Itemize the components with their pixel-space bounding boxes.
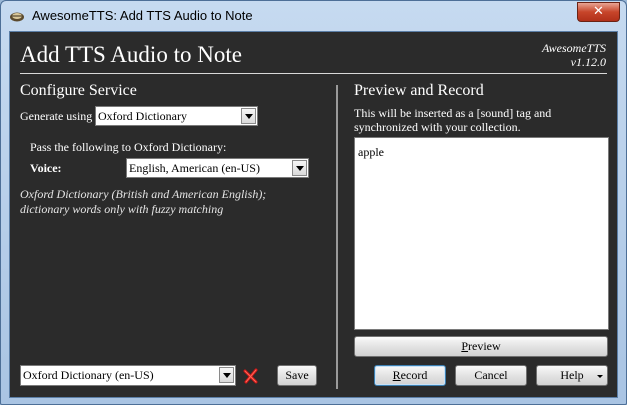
preview-description: This will be inserted as a [sound] tag a… — [354, 106, 552, 134]
header-divider — [20, 73, 607, 74]
preview-record-heading: Preview and Record — [354, 82, 484, 99]
dialog-body: Add TTS Audio to Note AwesomeTTS v1.12.0… — [9, 31, 618, 398]
preview-text-input[interactable]: apple — [354, 137, 609, 330]
record-button[interactable]: Record — [374, 365, 446, 386]
column-divider — [336, 85, 338, 389]
service-select[interactable]: Oxford Dictionary — [95, 106, 258, 126]
preset-select-value: Oxford Dictionary (en-US) — [23, 368, 154, 382]
configure-service-heading: Configure Service — [20, 82, 137, 99]
record-button-mnemonic: R — [392, 368, 401, 382]
version-number: v1.12.0 — [570, 55, 606, 69]
voice-select-value: English, American (en-US) — [129, 161, 260, 175]
chevron-down-icon[interactable] — [219, 367, 234, 383]
brand-name: AwesomeTTS — [541, 41, 606, 55]
preview-text-value: apple — [358, 145, 384, 159]
chevron-down-icon[interactable] — [292, 160, 307, 176]
preset-select[interactable]: Oxford Dictionary (en-US) — [20, 365, 236, 386]
close-icon: ✕ — [593, 4, 604, 19]
cancel-button[interactable]: Cancel — [455, 365, 527, 386]
window-close-button[interactable]: ✕ — [577, 2, 620, 22]
voice-label: Voice: — [30, 161, 62, 175]
voice-select[interactable]: English, American (en-US) — [126, 158, 309, 178]
record-button-label: ecord — [400, 368, 428, 382]
preview-button-mnemonic: P — [461, 339, 469, 353]
red-x-icon[interactable] — [243, 368, 259, 384]
title-bar[interactable]: AwesomeTTS: Add TTS Audio to Note ✕ — [1, 1, 626, 31]
page-title: Add TTS Audio to Note — [20, 42, 242, 67]
preview-button[interactable]: Preview — [354, 336, 608, 357]
window-title: AwesomeTTS: Add TTS Audio to Note — [32, 8, 253, 23]
version-info: AwesomeTTS v1.12.0 — [542, 41, 606, 69]
pass-following-label: Pass the following to Oxford Dictionary: — [30, 140, 227, 154]
dialog-window: AwesomeTTS: Add TTS Audio to Note ✕ Add … — [0, 0, 627, 405]
chevron-down-icon[interactable] — [241, 108, 256, 124]
generate-using-label: Generate using — [20, 109, 93, 123]
service-note-line-2: dictionary words only with fuzzy matchin… — [20, 202, 224, 216]
speaker-icon — [9, 8, 25, 24]
service-note: Oxford Dictionary (British and American … — [20, 187, 325, 217]
preview-button-label: review — [468, 339, 501, 353]
help-button[interactable]: Help — [536, 365, 608, 386]
service-select-value: Oxford Dictionary — [98, 109, 187, 123]
save-button[interactable]: Save — [277, 365, 317, 386]
dropdown-arrow-icon — [597, 375, 603, 378]
service-note-line-1: Oxford Dictionary (British and American … — [20, 187, 267, 201]
help-button-label: Help — [560, 368, 584, 382]
